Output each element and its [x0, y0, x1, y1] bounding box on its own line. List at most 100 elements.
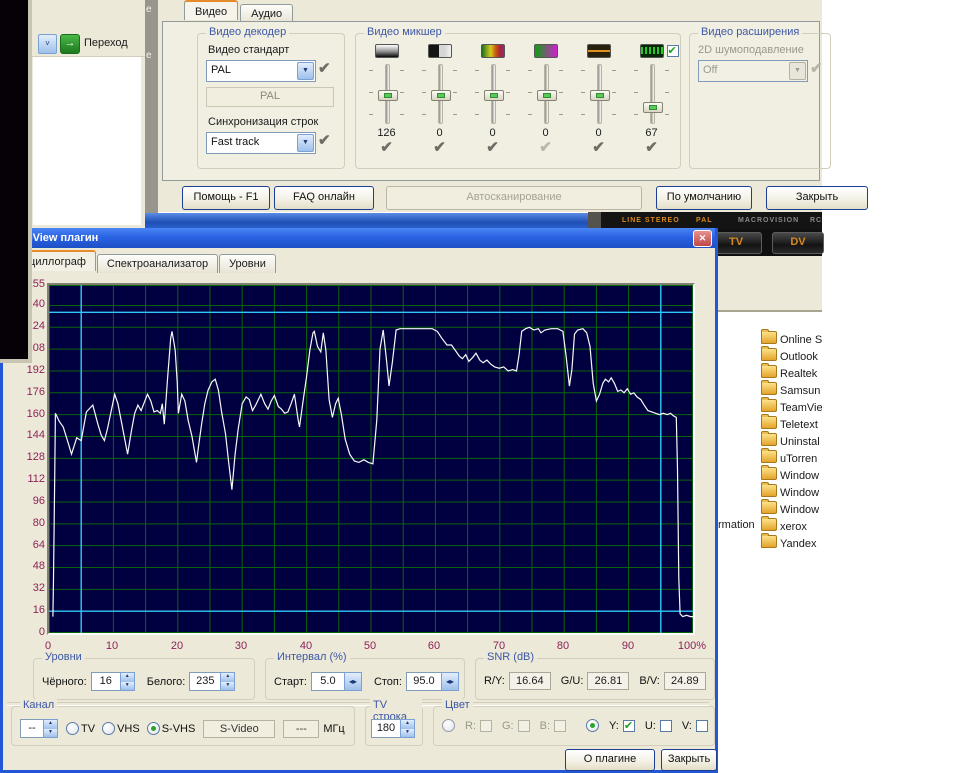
help-button[interactable]: Помощь - F1 — [182, 186, 270, 210]
folder-item[interactable]: Window — [761, 483, 819, 499]
stop-value[interactable]: 95.0 — [406, 672, 441, 691]
mixer-slider[interactable] — [519, 62, 572, 126]
color-components-row: R:G:B:Y:U:V: — [442, 719, 710, 732]
folder-item[interactable]: Yandex — [761, 534, 817, 550]
tv-mode-button-dv[interactable]: DV — [772, 232, 824, 254]
folder-item[interactable]: TeamVie — [761, 398, 823, 414]
group-title: Видео микшер — [364, 26, 445, 38]
white-level-spinner[interactable]: 235 ▲▼ — [189, 672, 235, 691]
white-level-value[interactable]: 235 — [189, 672, 220, 691]
snr-group: SNR (dB) R/Y: 16.64 G/U: 26.81 B/V: 24.8… — [475, 658, 715, 700]
video-standard-combobox[interactable]: PAL ▼ — [206, 60, 316, 82]
noise-reduction-label: 2D шумоподавление — [698, 44, 804, 56]
folder-item[interactable]: uTorren — [761, 449, 817, 465]
slider-thumb[interactable] — [431, 90, 451, 101]
folder-item[interactable]: Uninstal — [761, 432, 820, 448]
brightness-icon — [375, 44, 399, 58]
tv-line-value[interactable]: 180 — [371, 719, 400, 738]
slider-thumb[interactable] — [643, 102, 663, 113]
frequency-field: --- — [283, 720, 319, 738]
folder-item[interactable]: Teletext — [761, 415, 818, 431]
video-standard-label: Видео стандарт — [208, 44, 289, 56]
spinner-arrows-icon[interactable]: ▲▼ — [120, 672, 135, 691]
defaults-button[interactable]: По умолчанию — [656, 186, 752, 210]
saturation-icon — [481, 44, 505, 58]
sharpness-icon — [587, 44, 611, 58]
component-checkbox-v[interactable] — [696, 720, 708, 732]
folder-item[interactable]: Window — [761, 500, 819, 516]
settings-tab-Видео[interactable]: Видео — [184, 0, 238, 20]
rgb-mode-radio[interactable] — [442, 719, 455, 732]
x-axis-tick-label: 50 — [353, 640, 387, 652]
go-button[interactable]: → — [60, 34, 80, 54]
close-settings-button[interactable]: Закрыть — [766, 186, 868, 210]
slider-thumb[interactable] — [537, 90, 557, 101]
folder-item[interactable]: Samsun — [761, 381, 820, 397]
radio-icon[interactable] — [66, 722, 79, 735]
component-label-u: U: — [645, 720, 656, 732]
folder-item[interactable]: Realtek — [761, 364, 817, 380]
explorer-content-area[interactable] — [33, 57, 141, 225]
about-plugin-button[interactable]: О плагине — [565, 749, 655, 771]
mixer-icon-row — [519, 44, 572, 60]
black-level-spinner[interactable]: 16 ▲▼ — [91, 672, 135, 691]
spinner-arrows-icon[interactable]: ▲▼ — [400, 719, 415, 738]
folder-item[interactable]: xerox — [761, 517, 807, 533]
folder-item[interactable]: Outlook — [761, 347, 818, 363]
comb-filter-checkbox[interactable] — [667, 45, 679, 57]
stop-spinner[interactable]: 95.0 ◂▸ — [406, 672, 459, 691]
mixer-slider[interactable] — [572, 62, 625, 126]
chevron-down-icon[interactable]: ▼ — [297, 62, 314, 80]
close-icon[interactable]: ✕ — [693, 230, 712, 247]
radio-icon[interactable] — [147, 722, 160, 735]
component-checkbox-r — [480, 720, 492, 732]
address-dropdown-button[interactable]: ˅ — [38, 34, 57, 54]
lineview-tab-уровни[interactable]: Уровни — [219, 254, 276, 273]
mixer-slider[interactable] — [625, 62, 678, 126]
oscilloscope-canvas — [49, 285, 693, 633]
slider-thumb[interactable] — [590, 90, 610, 101]
close-plugin-button[interactable]: Закрыть — [661, 749, 717, 771]
component-checkbox-b — [554, 720, 566, 732]
folder-item[interactable]: Online S — [761, 330, 822, 346]
radio-option-vhs[interactable]: VHS — [102, 722, 140, 735]
truncated-folder-label: rmation — [718, 519, 755, 531]
spinner-arrows-icon[interactable]: ◂▸ — [441, 672, 459, 691]
tv-line-spinner[interactable]: 180 ▲▼ — [371, 719, 415, 738]
yuv-mode-radio[interactable] — [586, 719, 599, 732]
start-value[interactable]: 5.0 — [311, 672, 344, 691]
spinner-arrows-icon[interactable]: ◂▸ — [344, 672, 362, 691]
lineview-tab-спектроанализатор[interactable]: Спектроанализатор — [97, 254, 218, 273]
folder-label: Teletext — [780, 419, 818, 431]
applied-check-icon: ✔ — [625, 141, 678, 155]
mixer-slider[interactable] — [360, 62, 413, 126]
component-checkbox-u[interactable] — [660, 720, 672, 732]
chevron-down-icon[interactable]: ▼ — [297, 134, 314, 152]
radio-option-tv[interactable]: TV — [66, 722, 95, 735]
slider-thumb[interactable] — [378, 90, 398, 101]
x-axis-tick-label: 100% — [675, 640, 709, 652]
applied-check-icon: ✔ — [519, 141, 572, 155]
faq-online-button[interactable]: FAQ онлайн — [274, 186, 374, 210]
radio-icon[interactable] — [102, 722, 115, 735]
start-spinner[interactable]: 5.0 ◂▸ — [311, 672, 362, 691]
mixer-slider[interactable] — [466, 62, 519, 126]
mixer-icon-row — [625, 44, 678, 60]
black-level-value[interactable]: 16 — [91, 672, 120, 691]
spinner-arrows-icon[interactable]: ▲▼ — [220, 672, 235, 691]
channel-number-value[interactable]: -- — [20, 719, 43, 738]
line-sync-combobox[interactable]: Fast track ▼ — [206, 132, 316, 154]
component-checkbox-y[interactable] — [623, 720, 635, 732]
channel-spinner[interactable]: -- ▲▼ — [20, 719, 58, 738]
window-title-bar[interactable]: LineView плагин ✕ — [3, 228, 715, 248]
y-axis-tick-label: 96 — [19, 495, 45, 507]
slider-track — [650, 64, 655, 124]
spinner-arrows-icon[interactable]: ▲▼ — [43, 719, 58, 738]
slider-thumb[interactable] — [484, 90, 504, 101]
settings-tab-Аудио[interactable]: Аудио — [240, 4, 293, 22]
folder-item[interactable]: Window — [761, 466, 819, 482]
edge-text-fragment: e — [146, 50, 152, 61]
mixer-slider[interactable] — [413, 62, 466, 126]
tv-mode-button-bar: TVDV — [700, 229, 822, 256]
radio-option-s-vhs[interactable]: S-VHS — [147, 722, 196, 735]
